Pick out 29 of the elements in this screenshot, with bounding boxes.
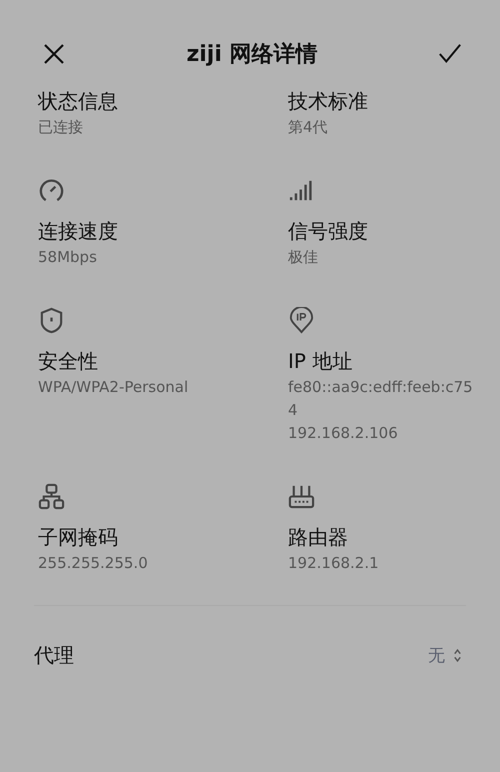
close-icon[interactable] [42,42,66,66]
field-value: fe80::aa9c:edff:feeb:c75 [288,377,473,398]
field-value: 已连接 [38,117,83,138]
network-icon [38,483,65,510]
field-value: 4 [288,400,298,421]
field-value: 192.168.2.106 [288,423,398,444]
check-icon[interactable] [438,42,462,66]
field-label: 信号强度 [288,218,368,245]
gauge-icon [38,177,65,204]
field-label: IP 地址 [288,348,352,375]
location-pin-icon [288,307,315,334]
field-label: 状态信息 [38,88,118,115]
page-title: ziji 网络详情 [186,41,318,69]
field-label: 子网掩码 [38,524,118,551]
router-icon [288,483,315,510]
field-value: WPA/WPA2-Personal [38,377,188,398]
field-value: 极佳 [288,247,318,268]
updown-icon[interactable] [453,648,462,663]
field-value: 192.168.2.1 [288,553,379,574]
shield-icon [38,307,65,334]
field-label: 安全性 [38,348,98,375]
field-value: 58Mbps [38,247,97,268]
field-label: 路由器 [288,524,348,551]
field-value: 第4代 [288,117,328,138]
proxy-label: 代理 [34,642,75,669]
field-label: 连接速度 [38,218,118,245]
proxy-value[interactable]: 无 [428,644,445,667]
field-value: 255.255.255.0 [38,553,148,574]
field-label: 技术标准 [288,88,368,115]
